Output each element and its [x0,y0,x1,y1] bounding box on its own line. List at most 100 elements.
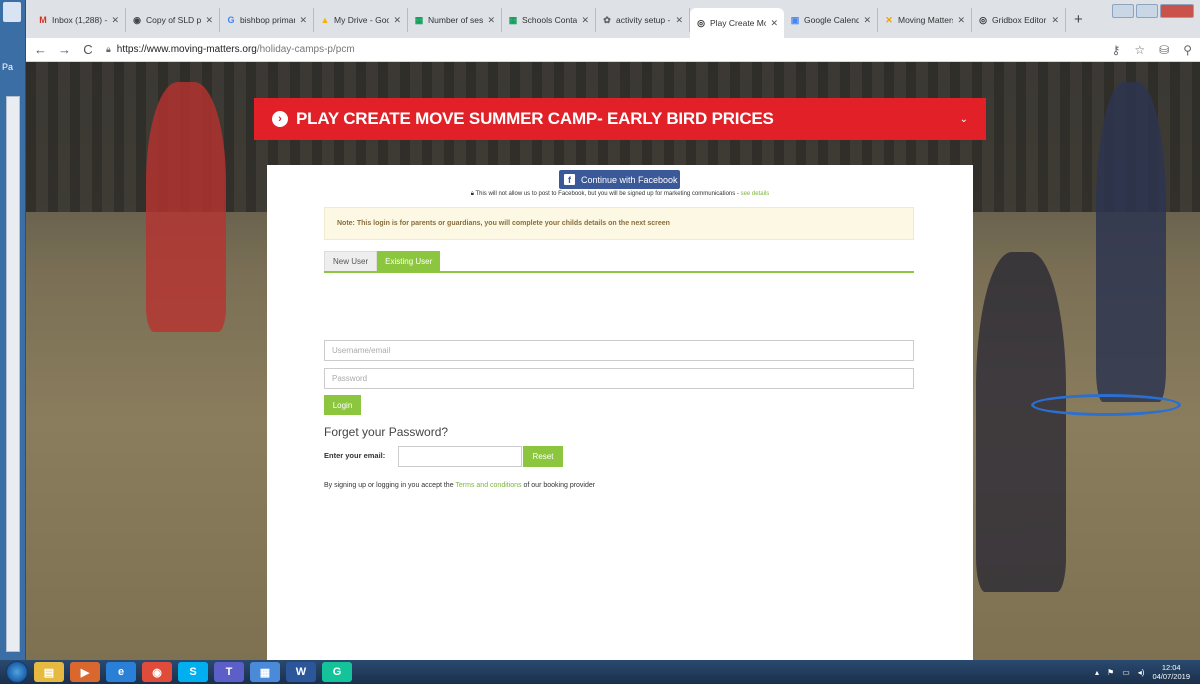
close-tab-icon[interactable]: ✕ [393,15,401,26]
page-viewport: › PLAY CREATE MOVE SUMMER CAMP- EARLY BI… [26,62,1200,660]
flag-icon[interactable]: ⚑ [1107,668,1114,677]
tab-label: Copy of SLD pla [146,15,202,25]
taskbar-app-photos[interactable]: ▦ [250,662,280,682]
url-host: https://www.moving-matters.org [116,44,257,55]
start-button[interactable] [6,661,28,683]
back-icon[interactable]: ← [34,42,47,57]
taskbar-app-skype[interactable]: S [178,662,208,682]
sheets-icon: ▦ [414,14,424,25]
banner-title: PLAY CREATE MOVE SUMMER CAMP- EARLY BIRD… [296,109,774,128]
maximize-button[interactable] [1136,4,1158,18]
browser-window: MInbox (1,288) - e✕◉Copy of SLD pla✕Gbis… [26,0,1200,660]
browser-tab[interactable]: Gbishbop primary ✕ [220,8,314,32]
background-child-figure [976,252,1066,592]
tab-label: Google Calenda [804,15,860,25]
facebook-login-button[interactable]: f Continue with Facebook [559,170,680,189]
taskbar-app-teams[interactable]: T [214,662,244,682]
username-field[interactable] [324,340,914,361]
system-tray: ▴ ⚑ ▭ ◂) 12:04 04/07/2019 [1095,663,1200,681]
login-panel: f Continue with Facebook 🔒︎ This will no… [267,165,973,660]
gmail-icon: M [39,15,47,25]
terms-text: By signing up or logging in you accept t… [324,482,595,489]
close-tab-icon[interactable]: ✕ [957,15,965,26]
username-input[interactable] [332,346,913,355]
taskbar-app-ie[interactable]: e [106,662,136,682]
bookmark-star-icon[interactable]: ☆ [1134,43,1145,57]
close-tab-icon[interactable]: ✕ [863,15,871,26]
close-tab-icon[interactable]: ✕ [1051,15,1059,26]
tab-label: Inbox (1,288) - e [52,15,108,25]
parent-note-text: Note: This login is for parents or guard… [337,220,670,227]
chevron-circle-icon: › [272,111,288,127]
key-icon[interactable]: ⚷ [1112,43,1121,57]
browser-tab[interactable]: M Inbox (1,288) - e✕ [32,8,126,32]
taskbar-app-media[interactable]: ▶ [70,662,100,682]
tab-existing-user[interactable]: Existing User [377,251,441,271]
globe-icon: ◉ [133,14,141,25]
tab-label: Number of sessi [428,15,484,25]
gridbox-icon: ◎ [979,14,987,25]
close-window-button[interactable] [1160,4,1194,18]
reload-icon[interactable]: C [82,42,94,57]
browser-tab[interactable]: ◎ Gridbox Editor ✕ [972,8,1066,32]
facebook-button-label: Continue with Facebook [581,174,678,185]
url-path: /holiday-camps-p/pcm [256,44,355,55]
calendar-icon: ▣ [790,14,800,25]
profile-icon[interactable]: ⚲ [1183,43,1192,57]
taskbar-app-explorer[interactable]: ▤ [34,662,64,682]
forget-password-heading: Forget your Password? [324,425,449,439]
network-icon[interactable]: ▭ [1122,668,1130,677]
password-input[interactable] [332,374,913,383]
volume-icon[interactable]: ◂) [1138,668,1145,677]
taskbar-app-grammarly[interactable]: G [322,662,352,682]
forward-icon[interactable]: → [58,42,71,57]
browser-tab[interactable]: ◎ Play Create Mov✕ [690,8,784,38]
close-tab-icon[interactable]: ✕ [205,15,213,26]
background-child-figure [146,82,226,332]
tab-label: My Drive - Goog [334,15,389,25]
close-tab-icon[interactable]: ✕ [770,18,778,29]
browser-tab[interactable]: ▦ Number of sessi ✕ [408,8,502,32]
browser-tab[interactable]: ✿ activity setup - a ✕ [596,8,690,32]
close-tab-icon[interactable]: ✕ [111,15,119,26]
word-logo-icon [3,2,21,22]
close-tab-icon[interactable]: ✕ [581,15,589,26]
tab-new-user[interactable]: New User [324,251,378,271]
browser-tab[interactable]: ▦ Schools Contact✕ [502,8,596,32]
password-field[interactable] [324,368,914,389]
terms-link[interactable]: Terms and conditions [455,482,521,489]
background-hoop [1031,394,1181,416]
taskbar-app-chrome[interactable]: ◉ [142,662,172,682]
see-details-link[interactable]: see details [741,191,770,197]
tab-label: Schools Contact [522,15,578,25]
lock-icon: 🔒︎ [106,44,111,54]
drive-icon: ▲ [320,15,330,25]
sheets-icon: ▦ [508,14,518,25]
browser-tab[interactable]: ◉ Copy of SLD pla✕ [126,8,220,32]
minimize-button[interactable] [1112,4,1134,18]
facebook-note: 🔒︎ This will not allow us to post to Fac… [267,191,973,198]
clock[interactable]: 12:04 04/07/2019 [1152,663,1190,681]
clock-date: 04/07/2019 [1152,672,1190,681]
reset-email-input[interactable] [398,446,522,467]
gridbox-icon: ◎ [697,17,705,28]
tray-arrow-icon[interactable]: ▴ [1095,668,1099,677]
reset-button[interactable]: Reset [523,446,563,467]
chevron-down-icon[interactable]: ⌄ [960,114,968,125]
terms-suffix: of our booking provider [521,482,596,489]
close-tab-icon[interactable]: ✕ [487,15,495,26]
login-button[interactable]: Login [324,395,361,415]
parent-note-alert: Note: This login is for parents or guard… [324,207,914,240]
new-tab-button[interactable]: + [1074,11,1083,28]
browser-tab[interactable]: ✕ Moving Matters ✕ [878,8,972,32]
facebook-note-text: This will not allow us to post to Facebo… [475,191,741,197]
extension-icon[interactable]: ⛁ [1159,43,1169,57]
camp-banner[interactable]: › PLAY CREATE MOVE SUMMER CAMP- EARLY BI… [254,98,986,140]
close-tab-icon[interactable]: ✕ [675,15,683,26]
browser-tab[interactable]: ▲ My Drive - Goog ✕ [314,8,408,32]
user-tabs: New User Existing User [324,251,914,273]
address-bar[interactable]: 🔒︎ https://www.moving-matters.org/holida… [106,44,1100,55]
close-tab-icon[interactable]: ✕ [299,15,307,26]
browser-tab[interactable]: ▣ Google Calenda ✕ [784,8,878,32]
taskbar-app-word[interactable]: W [286,662,316,682]
